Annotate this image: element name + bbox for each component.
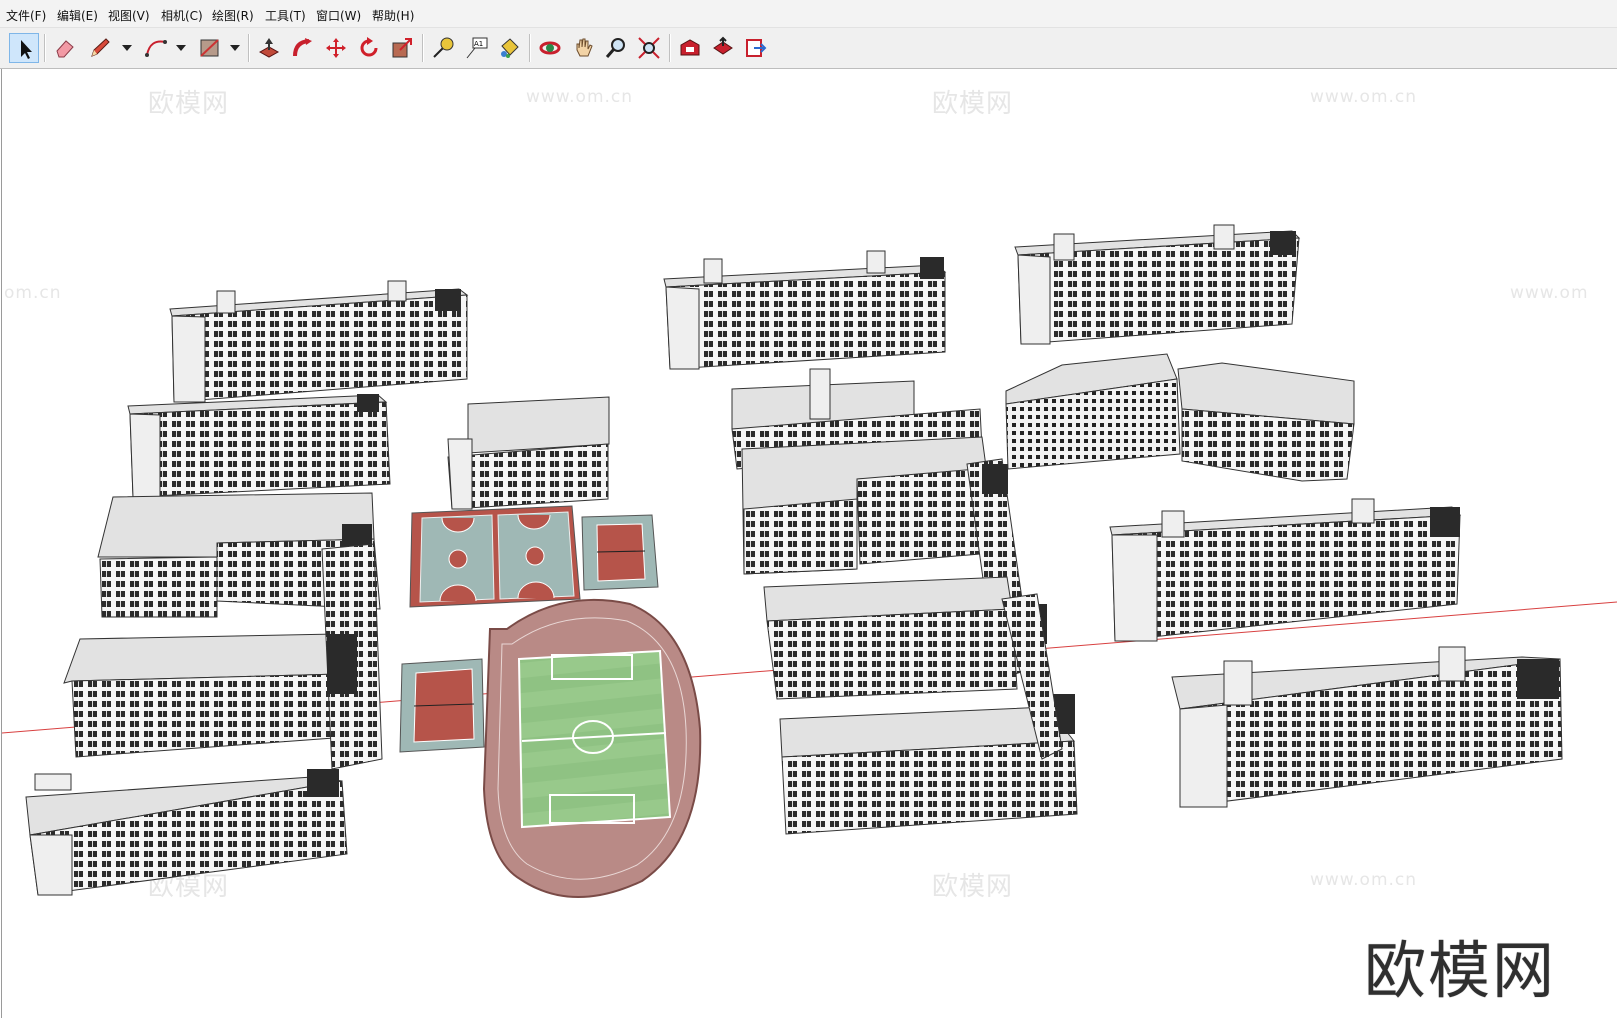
toolbar-separator	[248, 34, 250, 62]
warehouse-button[interactable]	[675, 33, 705, 63]
eraser-icon	[56, 40, 74, 58]
campus-model-scene	[2, 224, 1617, 898]
rotate-icon	[360, 37, 378, 57]
orbit-tool-button[interactable]	[535, 33, 565, 63]
tape-measure-tool-button[interactable]	[428, 33, 458, 63]
paint-bucket-icon	[501, 38, 519, 58]
zoom-icon	[605, 38, 625, 58]
select-icon	[21, 40, 32, 59]
building-left-5[interactable]	[25, 769, 348, 896]
scale-icon	[392, 38, 412, 58]
tennis-court-top[interactable]	[581, 514, 659, 591]
toolbar-separator	[44, 34, 46, 62]
menu-view[interactable]: 视图(V)	[108, 7, 150, 24]
eraser-tool-button[interactable]	[50, 33, 80, 63]
pan-icon	[576, 38, 593, 57]
extension-warehouse-button[interactable]	[741, 33, 771, 63]
menu-window[interactable]: 窗口(W)	[316, 7, 361, 24]
follow-me-tool-button[interactable]	[288, 33, 318, 63]
text-icon: A1	[466, 37, 488, 59]
building-library[interactable]	[1005, 353, 1355, 482]
basketball-courts[interactable]	[409, 505, 581, 608]
arc-dropdown-icon[interactable]	[176, 45, 186, 51]
building-left-2[interactable]	[127, 394, 391, 498]
menu-file[interactable]: 文件(F)	[6, 7, 46, 24]
toolbar-separator	[669, 34, 671, 62]
menu-camera[interactable]: 相机(C)	[161, 7, 203, 24]
rotate-tool-button[interactable]	[354, 33, 384, 63]
text-tool-label: A1	[474, 40, 483, 48]
brand-logo-watermark: 欧模网	[1364, 934, 1557, 1007]
toolbar-separator	[529, 34, 531, 62]
rectangle-tool-button[interactable]	[195, 33, 225, 63]
share-model-button[interactable]	[708, 33, 738, 63]
warehouse-icon	[680, 39, 700, 56]
rectangle-icon	[200, 39, 219, 57]
menu-tools[interactable]: 工具(T)	[265, 7, 306, 24]
orbit-icon	[539, 41, 561, 55]
move-tool-button[interactable]	[321, 33, 351, 63]
building-right-bottom[interactable]	[1171, 646, 1563, 808]
building-right-top[interactable]	[1014, 224, 1301, 345]
push-pull-tool-button[interactable]	[254, 33, 284, 63]
tennis-court-bottom[interactable]	[399, 658, 485, 753]
zoom-tool-button[interactable]	[601, 33, 631, 63]
menu-edit[interactable]: 编辑(E)	[57, 7, 98, 24]
move-icon	[326, 38, 346, 58]
pencil-tool-button[interactable]	[85, 33, 115, 63]
building-center-top[interactable]	[663, 250, 947, 370]
menu-help[interactable]: 帮助(H)	[372, 7, 414, 24]
pencil-icon	[91, 38, 110, 57]
main-toolbar: A1	[0, 28, 1617, 69]
tape-measure-icon	[433, 37, 454, 58]
building-center-bottom[interactable]	[763, 576, 1078, 835]
follow-me-icon	[293, 38, 312, 57]
paint-bucket-tool-button[interactable]	[494, 33, 524, 63]
text-tool-button[interactable]: A1	[461, 33, 491, 63]
zoom-extents-tool-button[interactable]	[634, 33, 664, 63]
extension-icon	[746, 39, 767, 57]
arc-icon	[145, 40, 167, 57]
pan-tool-button[interactable]	[568, 33, 598, 63]
pencil-dropdown-icon[interactable]	[122, 45, 132, 51]
scale-tool-button[interactable]	[387, 33, 417, 63]
arc-tool-button[interactable]	[141, 33, 171, 63]
modeling-viewport[interactable]: 欧模网 www.om.cn 欧模网 www.om.cn om.cn www.om…	[1, 69, 1617, 1018]
building-left-1[interactable]	[169, 280, 469, 403]
menu-draw[interactable]: 绘图(R)	[212, 7, 254, 24]
menu-bar: 文件(F) 编辑(E) 视图(V) 相机(C) 绘图(R) 工具(T) 窗口(W…	[0, 0, 1617, 28]
building-gym[interactable]	[447, 396, 610, 510]
zoom-extents-icon	[638, 37, 660, 59]
select-tool-button[interactable]	[9, 33, 39, 63]
rectangle-dropdown-icon[interactable]	[230, 45, 240, 51]
push-pull-icon	[258, 38, 280, 58]
running-track[interactable]	[482, 598, 702, 898]
building-right-mid[interactable]	[1109, 498, 1462, 642]
toolbar-separator	[422, 34, 424, 62]
share-model-icon	[713, 36, 733, 55]
